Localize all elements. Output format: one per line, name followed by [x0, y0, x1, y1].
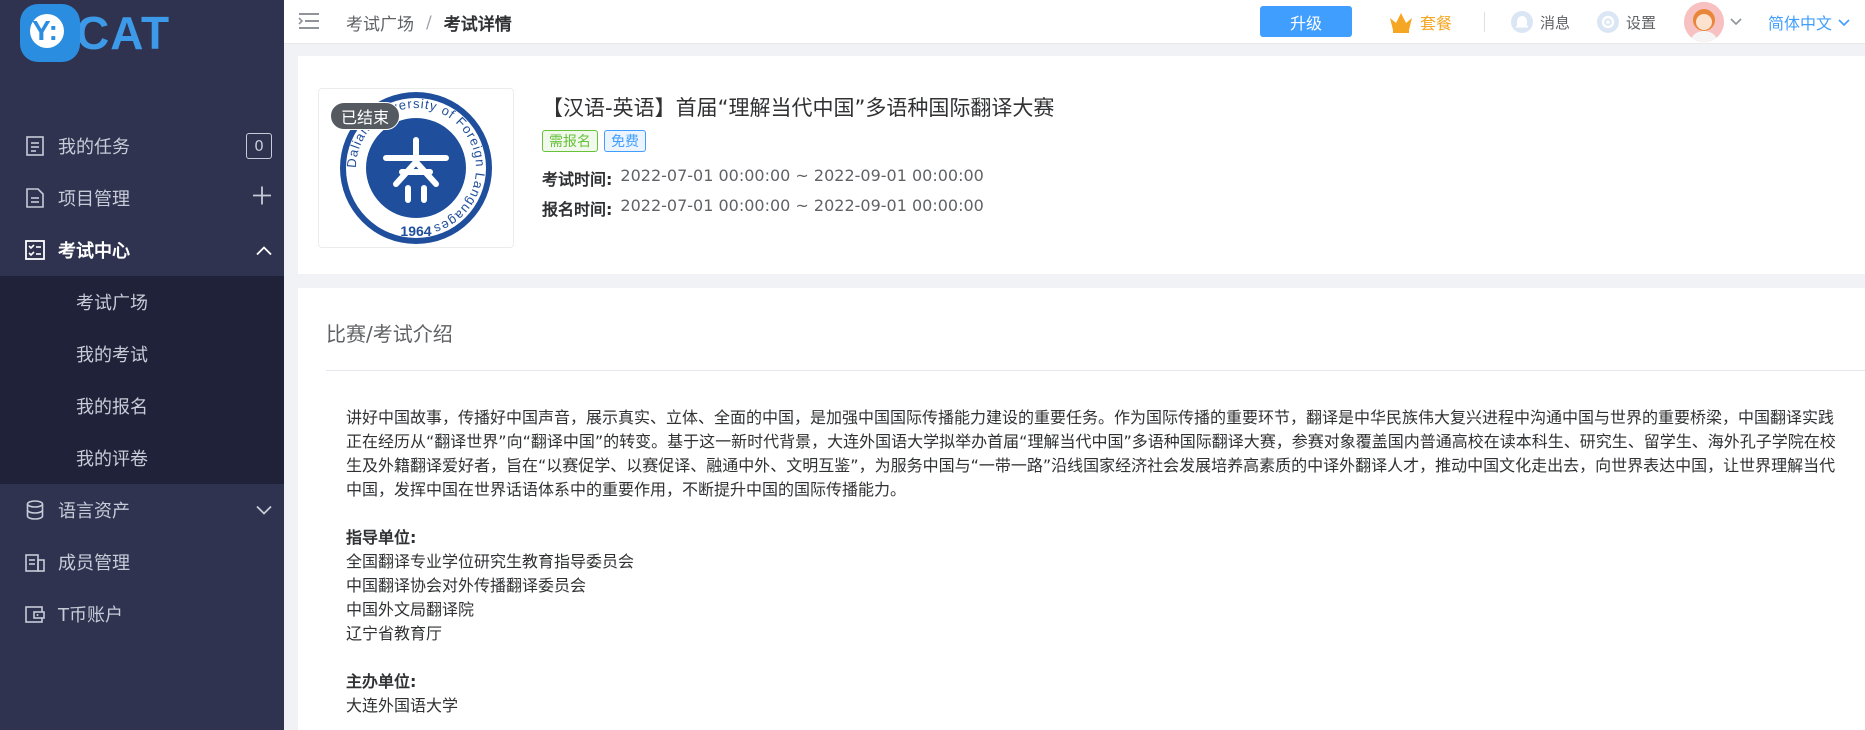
logo-badge: Y:	[20, 4, 80, 62]
sidebar-item-label: 我的任务	[58, 137, 130, 158]
sidebar-item-exam-center[interactable]: 考试中心	[0, 224, 284, 276]
sidebar-item-label: 项目管理	[58, 189, 130, 210]
breadcrumb-separator: /	[426, 12, 432, 33]
sidebar: Y: CAT 我的任务 0 项目管理 考试中心 考试广场 我的考试 我的报名 我…	[0, 0, 284, 730]
breadcrumb: 考试广场 / 考试详情	[346, 10, 512, 36]
sidebar-item-my-tasks[interactable]: 我的任务 0	[0, 120, 284, 172]
signup-time-row: 报名时间: 2022-07-01 00:00:00 ~ 2022-09-01 0…	[542, 196, 984, 220]
intro-body: 讲好中国故事，传播好中国声音，展示真实、立体、全面的中国，是加强中国国际传播能力…	[346, 406, 1846, 718]
exam-time-value: 2022-07-01 00:00:00 ~ 2022-09-01 00:00:0…	[620, 166, 984, 185]
host-units-label: 主办单位:	[346, 672, 417, 691]
host-unit: 大连外国语大学	[346, 696, 459, 715]
guide-unit: 全国翻译专业学位研究生教育指导委员会	[346, 552, 635, 571]
exam-title: 【汉语-英语】首届“理解当代中国”多语种国际翻译大赛	[542, 96, 1055, 120]
sidebar-item-tcoin-account[interactable]: T币账户	[0, 588, 284, 640]
guide-unit: 中国翻译协会对外传播翻译委员会	[346, 576, 587, 595]
submenu-item-my-exams[interactable]: 我的考试	[0, 328, 284, 380]
sidebar-menu: 我的任务 0 项目管理 考试中心 考试广场 我的考试 我的报名 我的评卷 语言资…	[0, 120, 284, 640]
exam-tags: 需报名 免费	[542, 130, 646, 152]
avatar-chevron-down-icon[interactable]	[1730, 12, 1742, 31]
logo-text: CAT	[76, 7, 171, 59]
app-logo[interactable]: Y: CAT	[20, 4, 170, 62]
top-header: 考试广场 / 考试详情 升级 套餐 消息 设置 简体中文	[284, 0, 1865, 44]
sidebar-item-label: 成员管理	[58, 553, 130, 574]
status-badge: 已结束	[330, 102, 401, 130]
chevron-down-icon	[1838, 16, 1850, 28]
intro-paragraph: 讲好中国故事，传播好中国声音，展示真实、立体、全面的中国，是加强中国国际传播能力…	[346, 408, 1836, 499]
database-icon	[24, 499, 46, 521]
upgrade-button[interactable]: 升级	[1260, 6, 1352, 37]
logo-letter: Y:	[32, 15, 58, 46]
tag-free: 免费	[604, 130, 646, 152]
tag-signup-required: 需报名	[542, 130, 598, 152]
guide-unit: 辽宁省教育厅	[346, 624, 443, 643]
intro-divider	[326, 370, 1865, 371]
breadcrumb-exam-square[interactable]: 考试广场	[346, 10, 414, 35]
exam-time-row: 考试时间: 2022-07-01 00:00:00 ~ 2022-09-01 0…	[542, 166, 984, 190]
submenu-item-my-signups[interactable]: 我的报名	[0, 380, 284, 432]
members-icon	[24, 551, 46, 573]
breadcrumb-current: 考试详情	[443, 15, 512, 35]
sidebar-item-label: 语言资产	[58, 501, 130, 522]
sidebar-item-label: 考试中心	[58, 241, 130, 262]
language-label: 简体中文	[1768, 14, 1833, 33]
intro-title: 比赛/考试介绍	[326, 322, 453, 346]
messages-link[interactable]: 消息	[1510, 0, 1570, 44]
settings-link[interactable]: 设置	[1596, 0, 1656, 44]
user-avatar[interactable]	[1684, 2, 1724, 42]
crown-icon	[1388, 10, 1414, 34]
guide-units-label: 指导单位:	[346, 528, 417, 547]
exam-time-label: 考试时间:	[542, 170, 613, 189]
exam-icon	[24, 239, 46, 261]
signup-time-label: 报名时间:	[542, 200, 613, 219]
plus-icon[interactable]	[252, 186, 272, 211]
settings-label: 设置	[1626, 13, 1657, 32]
sidebar-item-projects[interactable]: 项目管理	[0, 172, 284, 224]
sidebar-item-language-assets[interactable]: 语言资产	[0, 484, 284, 536]
package-link[interactable]: 套餐	[1388, 0, 1452, 44]
exam-center-submenu: 考试广场 我的考试 我的报名 我的评卷	[0, 276, 284, 484]
gear-icon	[1596, 10, 1620, 34]
exam-info-card: Dalian University of Foreign Languages 1…	[298, 56, 1865, 274]
chevron-up-icon	[256, 240, 272, 261]
sidebar-item-label: T币账户	[58, 605, 123, 626]
language-selector[interactable]: 简体中文	[1768, 0, 1850, 44]
logo-year: 1964	[400, 223, 431, 239]
chevron-down-icon	[256, 500, 272, 521]
bell-icon	[1510, 10, 1534, 34]
submenu-item-my-grading[interactable]: 我的评卷	[0, 432, 284, 484]
task-icon	[24, 135, 46, 157]
menu-toggle-icon[interactable]	[298, 10, 320, 32]
header-divider	[1484, 12, 1485, 32]
sidebar-item-members[interactable]: 成员管理	[0, 536, 284, 588]
wallet-icon	[24, 603, 46, 625]
task-count-badge: 0	[246, 133, 272, 159]
submenu-item-exam-square[interactable]: 考试广场	[0, 276, 284, 328]
messages-label: 消息	[1540, 13, 1571, 32]
signup-time-value: 2022-07-01 00:00:00 ~ 2022-09-01 00:00:0…	[620, 196, 984, 215]
package-label: 套餐	[1420, 14, 1453, 33]
exam-intro-card: 比赛/考试介绍 讲好中国故事，传播好中国声音，展示真实、立体、全面的中国，是加强…	[298, 288, 1865, 730]
project-icon	[24, 187, 46, 209]
guide-unit: 中国外文局翻译院	[346, 600, 475, 619]
